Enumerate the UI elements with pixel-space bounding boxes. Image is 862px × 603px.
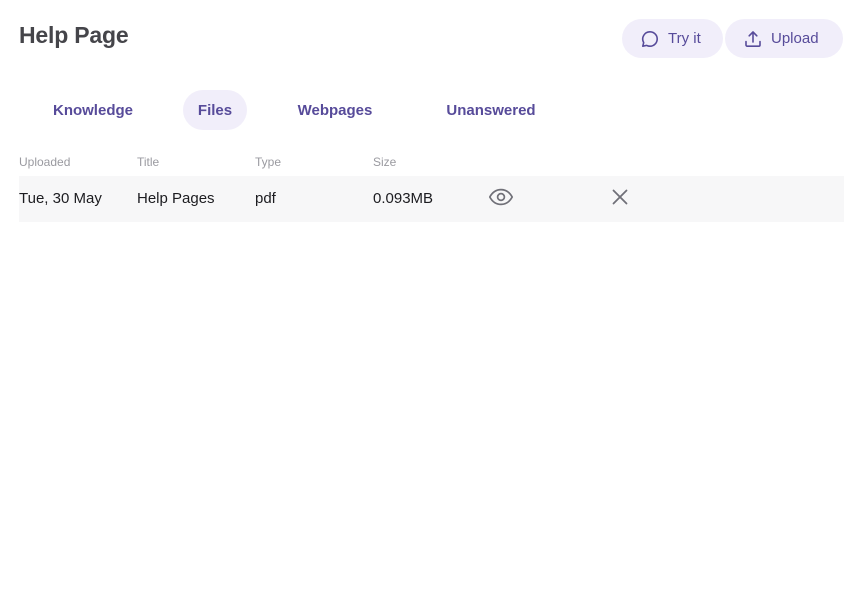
tab-files[interactable]: Files — [183, 90, 247, 130]
close-icon[interactable] — [609, 186, 631, 208]
tab-webpages[interactable]: Webpages — [279, 90, 391, 130]
cell-uploaded: Tue, 30 May — [19, 190, 102, 207]
cell-title: Help Pages — [137, 190, 215, 207]
eye-icon[interactable] — [488, 185, 514, 209]
tab-unanswered[interactable]: Unanswered — [431, 90, 551, 130]
chat-bubble-icon — [640, 29, 660, 49]
column-header-type: Type — [255, 155, 282, 169]
column-header-title: Title — [137, 155, 160, 169]
page-title: Help Page — [19, 22, 129, 48]
header-actions: Try it Upload — [622, 19, 843, 58]
files-table: Uploaded Title Type Size Tue, 30 May Hel… — [19, 152, 844, 222]
column-header-size: Size — [373, 155, 397, 169]
cell-type: pdf — [255, 190, 276, 207]
tab-bar: Knowledge Files Webpages Unanswered — [19, 90, 551, 130]
upload-button[interactable]: Upload — [725, 19, 843, 58]
table-row: Tue, 30 May Help Pages pdf 0.093MB — [19, 176, 844, 222]
try-it-label: Try it — [668, 30, 701, 47]
upload-icon — [743, 29, 763, 49]
table-header: Uploaded Title Type Size — [19, 152, 844, 176]
column-header-uploaded: Uploaded — [19, 155, 71, 169]
cell-size: 0.093MB — [373, 190, 434, 207]
try-it-button[interactable]: Try it — [622, 19, 723, 58]
upload-label: Upload — [771, 30, 819, 47]
tab-knowledge[interactable]: Knowledge — [19, 90, 167, 130]
